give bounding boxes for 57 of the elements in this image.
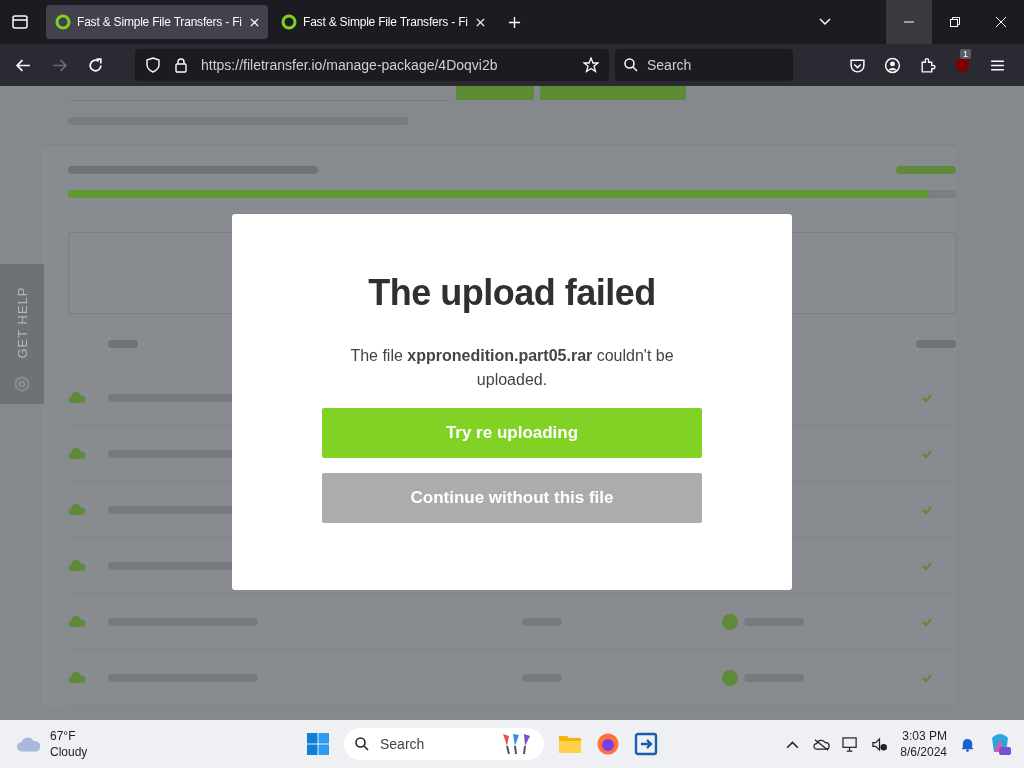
cloud-icon[interactable] [813, 736, 831, 752]
clock-time: 3:03 PM [902, 728, 947, 744]
check-icon [922, 448, 932, 459]
clock-date: 8/6/2024 [900, 744, 947, 760]
blurred-column-heading [916, 340, 956, 348]
check-icon [922, 504, 932, 515]
search-field[interactable]: Search [615, 49, 793, 81]
blurred-percent [896, 166, 956, 174]
cloud-icon [68, 615, 86, 628]
pocket-icon[interactable] [849, 56, 866, 74]
cloud-icon [68, 559, 86, 572]
restore-icon [950, 17, 960, 27]
check-icon [922, 392, 932, 403]
check-icon [922, 560, 932, 571]
url-text: https://filetransfer.io/manage-package/4Doqvi2b [201, 57, 498, 73]
browser-tab[interactable]: Fast & Simple File Transfers - Fi [272, 5, 494, 39]
ring-icon [281, 14, 297, 30]
ring-icon [55, 14, 71, 30]
new-tab-icon[interactable] [508, 15, 521, 29]
app-icon[interactable] [634, 732, 658, 756]
blurred-column-heading [108, 340, 138, 348]
status-icon [722, 669, 738, 686]
clock[interactable]: 3:03 PM 8/6/2024 [900, 728, 947, 760]
close-icon [996, 17, 1006, 27]
star-icon[interactable] [583, 57, 599, 73]
dialog-title: The upload failed [368, 272, 656, 314]
dialog-message: The file xppronedition.part05.rar couldn't be uploaded. [349, 346, 675, 390]
bell-icon[interactable] [959, 736, 976, 752]
cloud-icon [16, 735, 42, 753]
search-icon [354, 736, 370, 752]
windows-icon[interactable] [306, 732, 330, 756]
check-icon [922, 672, 932, 683]
close-icon[interactable] [475, 16, 486, 28]
tab-list-icon[interactable] [11, 13, 29, 31]
cloud-icon [68, 391, 86, 404]
address-bar[interactable]: https://filetransfer.io/manage-package/4Doqvi2b [135, 49, 609, 81]
extension-badge: 1 [960, 48, 971, 59]
shield-icon[interactable] [145, 57, 161, 73]
reload-icon[interactable] [87, 56, 104, 74]
lock-icon[interactable] [173, 57, 189, 73]
browser-icon[interactable] [596, 732, 620, 756]
cloud-icon [68, 671, 86, 684]
speaker-muted-icon[interactable] [871, 736, 889, 752]
status-icon [722, 613, 738, 630]
cloud-icon [68, 503, 86, 516]
taskbar-search[interactable]: Search [344, 728, 544, 760]
close-icon[interactable] [249, 16, 260, 28]
account-icon[interactable] [884, 56, 901, 74]
puzzle-icon[interactable] [919, 56, 936, 74]
cloud-icon [68, 447, 86, 460]
temperature-text: 67°F [50, 728, 77, 744]
search-icon [623, 57, 639, 73]
monitor-icon[interactable] [842, 736, 860, 752]
weather-condition: Cloudy [50, 744, 88, 760]
check-icon [922, 616, 932, 627]
lifebuoy-icon [14, 376, 30, 392]
browser-tab[interactable]: Fast & Simple File Transfers - Fi [46, 5, 268, 39]
